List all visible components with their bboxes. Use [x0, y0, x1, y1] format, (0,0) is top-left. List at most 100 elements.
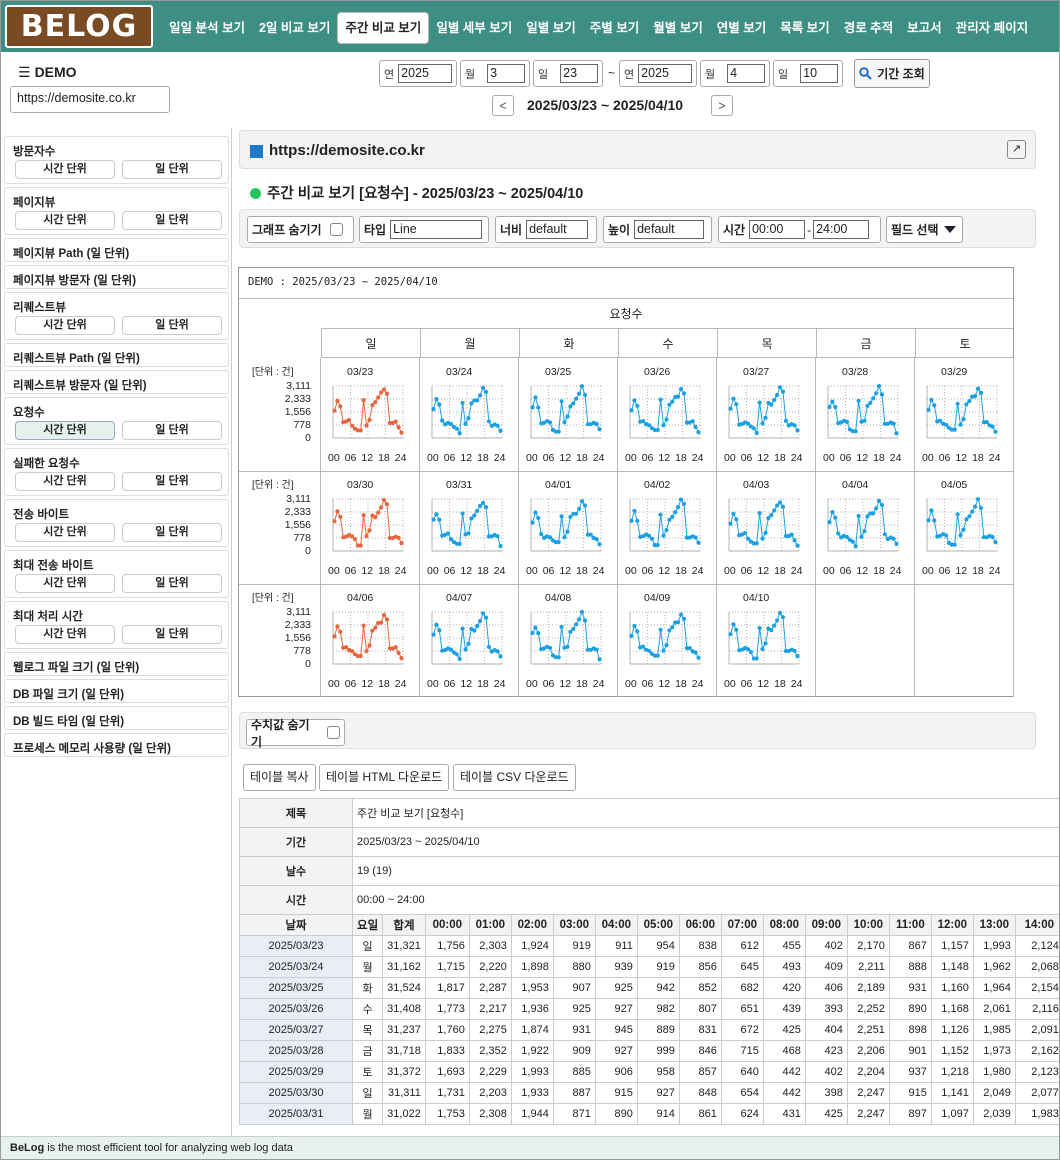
external-link-icon[interactable]: ↗	[1007, 140, 1026, 159]
day-mini-chart[interactable]: 03/25 00 06 12 18 24	[519, 358, 618, 471]
day-mini-chart[interactable]: 03/27 00 06 12 18 24	[717, 358, 816, 471]
hide-values-checkbox[interactable]	[327, 726, 340, 739]
daily-button[interactable]: 일 단위	[122, 421, 222, 440]
nav-item[interactable]: 월별 보기	[646, 12, 709, 44]
nav-item[interactable]: 일별 보기	[519, 12, 582, 44]
hide-values-toggle[interactable]: 수치값 숨기기	[246, 718, 345, 749]
daily-button[interactable]: 일 단위	[122, 625, 222, 644]
hourly-button[interactable]: 시간 단위	[15, 211, 115, 230]
field-select-button[interactable]: 필드 선택	[886, 216, 963, 243]
hourly-button[interactable]: 시간 단위	[15, 523, 115, 542]
column-header[interactable]: 05:00	[636, 914, 680, 936]
day-mini-chart[interactable]: 04/01 00 06 12 18 24	[519, 471, 618, 584]
column-header[interactable]: 12:00	[930, 914, 974, 936]
period-query-button[interactable]: 기간 조회	[854, 59, 930, 88]
hide-graph-toggle[interactable]: 그래프 숨기기	[247, 216, 354, 243]
site-title[interactable]: ☰ DEMO	[18, 64, 77, 81]
nav-item[interactable]: 보고서	[900, 12, 949, 44]
hourly-button[interactable]: 시간 단위	[15, 472, 115, 491]
to-year-input[interactable]: 2025	[638, 64, 692, 83]
sidebar-group[interactable]: 웹로그 파일 크기 (일 단위)	[4, 652, 229, 676]
day-mini-chart[interactable]: 03/28 00 06 12 18 24	[816, 358, 915, 471]
width-input[interactable]: default	[526, 220, 589, 239]
table-csv-download-button[interactable]: 테이블 CSV 다운로드	[453, 764, 576, 791]
nav-item[interactable]: 일일 분석 보기	[162, 12, 252, 44]
from-month-input[interactable]: 3	[487, 64, 525, 83]
day-mini-chart[interactable]: 03/24 00 06 12 18 24	[420, 358, 519, 471]
site-url-select[interactable]: https://demosite.co.kr	[10, 86, 170, 113]
sidebar-group[interactable]: 페이지뷰 Path (일 단위)	[4, 238, 229, 262]
column-header[interactable]: 06:00	[678, 914, 722, 936]
sidebar-group[interactable]: DB 파일 크기 (일 단위)	[4, 679, 229, 703]
column-header[interactable]: 08:00	[762, 914, 806, 936]
daily-button[interactable]: 일 단위	[122, 160, 222, 179]
column-header[interactable]: 14:00	[1014, 914, 1060, 936]
nav-item[interactable]: 연별 보기	[710, 12, 773, 44]
nav-item[interactable]: 경로 추적	[837, 12, 900, 44]
type-select[interactable]: Line	[390, 220, 483, 239]
column-header[interactable]: 09:00	[804, 914, 848, 936]
nav-item[interactable]: 일별 세부 보기	[429, 12, 519, 44]
daily-button[interactable]: 일 단위	[122, 316, 222, 335]
column-header[interactable]: 요일	[351, 914, 384, 936]
day-mini-chart[interactable]: 03/23 00 06 12 18 24	[321, 358, 420, 471]
time-to-input[interactable]: 24:00	[813, 220, 870, 239]
table-html-download-button[interactable]: 테이블 HTML 다운로드	[319, 764, 450, 791]
nav-item[interactable]: 주별 보기	[583, 12, 646, 44]
column-header[interactable]: 11:00	[888, 914, 932, 936]
day-mini-chart[interactable]: 04/10 00 06 12 18 24	[717, 584, 816, 697]
day-mini-chart[interactable]: 04/06 00 06 12 18 24	[321, 584, 420, 697]
sidebar-group[interactable]: 페이지뷰 방문자 (일 단위)	[4, 265, 229, 289]
hourly-button[interactable]: 시간 단위	[15, 574, 115, 593]
day-mini-chart[interactable]: 04/04 00 06 12 18 24	[816, 471, 915, 584]
prev-range-button[interactable]: <	[492, 95, 514, 116]
nav-item[interactable]: 관리자 페이지	[949, 12, 1035, 44]
daily-button[interactable]: 일 단위	[122, 211, 222, 230]
table-copy-button[interactable]: 테이블 복사	[243, 764, 316, 791]
column-header[interactable]: 날짜	[239, 914, 353, 936]
nav-item[interactable]: 목록 보기	[773, 12, 836, 44]
column-header[interactable]: 01:00	[468, 914, 512, 936]
day-mini-chart[interactable]: 04/09 00 06 12 18 24	[618, 584, 717, 697]
sidebar-group[interactable]: 리퀘스트뷰 Path (일 단위)	[4, 343, 229, 367]
day-mini-chart[interactable]: 04/08 00 06 12 18 24	[519, 584, 618, 697]
sidebar-group[interactable]: DB 빌드 타임 (일 단위)	[4, 706, 229, 730]
nav-item[interactable]: 2일 비교 보기	[252, 12, 337, 44]
day-mini-chart[interactable]: 03/31 00 06 12 18 24	[420, 471, 519, 584]
hourly-button[interactable]: 시간 단위	[15, 160, 115, 179]
sidebar-group[interactable]: 리퀘스트뷰 방문자 (일 단위)	[4, 370, 229, 394]
daily-button[interactable]: 일 단위	[122, 472, 222, 491]
menu-icon[interactable]: ☰	[18, 64, 31, 80]
column-header[interactable]: 04:00	[594, 914, 638, 936]
belog-logo[interactable]: BELOG	[5, 5, 153, 48]
from-year-input[interactable]: 2025	[398, 64, 452, 83]
day-mini-chart[interactable]: 03/29 00 06 12 18 24	[915, 358, 1014, 471]
to-day-input[interactable]: 10	[800, 64, 838, 83]
column-header[interactable]: 13:00	[972, 914, 1016, 936]
column-header[interactable]: 03:00	[552, 914, 596, 936]
hide-graph-checkbox[interactable]	[329, 223, 343, 236]
hourly-button[interactable]: 시간 단위	[15, 625, 115, 644]
column-header[interactable]: 10:00	[846, 914, 890, 936]
column-header[interactable]: 07:00	[720, 914, 764, 936]
to-month-input[interactable]: 4	[727, 64, 765, 83]
sidebar-group[interactable]: 프로세스 메모리 사용량 (일 단위)	[4, 733, 229, 757]
nav-item[interactable]: 주간 비교 보기	[337, 12, 430, 44]
hourly-button[interactable]: 시간 단위	[15, 421, 115, 440]
column-header[interactable]: 합계	[382, 914, 426, 936]
time-from-input[interactable]: 00:00	[749, 220, 806, 239]
day-mini-chart[interactable]: 04/05 00 06 12 18 24	[915, 471, 1014, 584]
next-range-button[interactable]: >	[711, 95, 733, 116]
daily-button[interactable]: 일 단위	[122, 523, 222, 542]
day-mini-chart[interactable]: 04/02 00 06 12 18 24	[618, 471, 717, 584]
column-header[interactable]: 00:00	[424, 914, 470, 936]
daily-button[interactable]: 일 단위	[122, 574, 222, 593]
day-mini-chart[interactable]: 04/07 00 06 12 18 24	[420, 584, 519, 697]
column-header[interactable]: 02:00	[510, 914, 554, 936]
day-mini-chart[interactable]: 04/03 00 06 12 18 24	[717, 471, 816, 584]
hourly-button[interactable]: 시간 단위	[15, 316, 115, 335]
from-day-input[interactable]: 23	[560, 64, 598, 83]
height-input[interactable]: default	[634, 220, 705, 239]
day-mini-chart[interactable]: 03/30 00 06 12 18 24	[321, 471, 420, 584]
day-mini-chart[interactable]: 03/26 00 06 12 18 24	[618, 358, 717, 471]
